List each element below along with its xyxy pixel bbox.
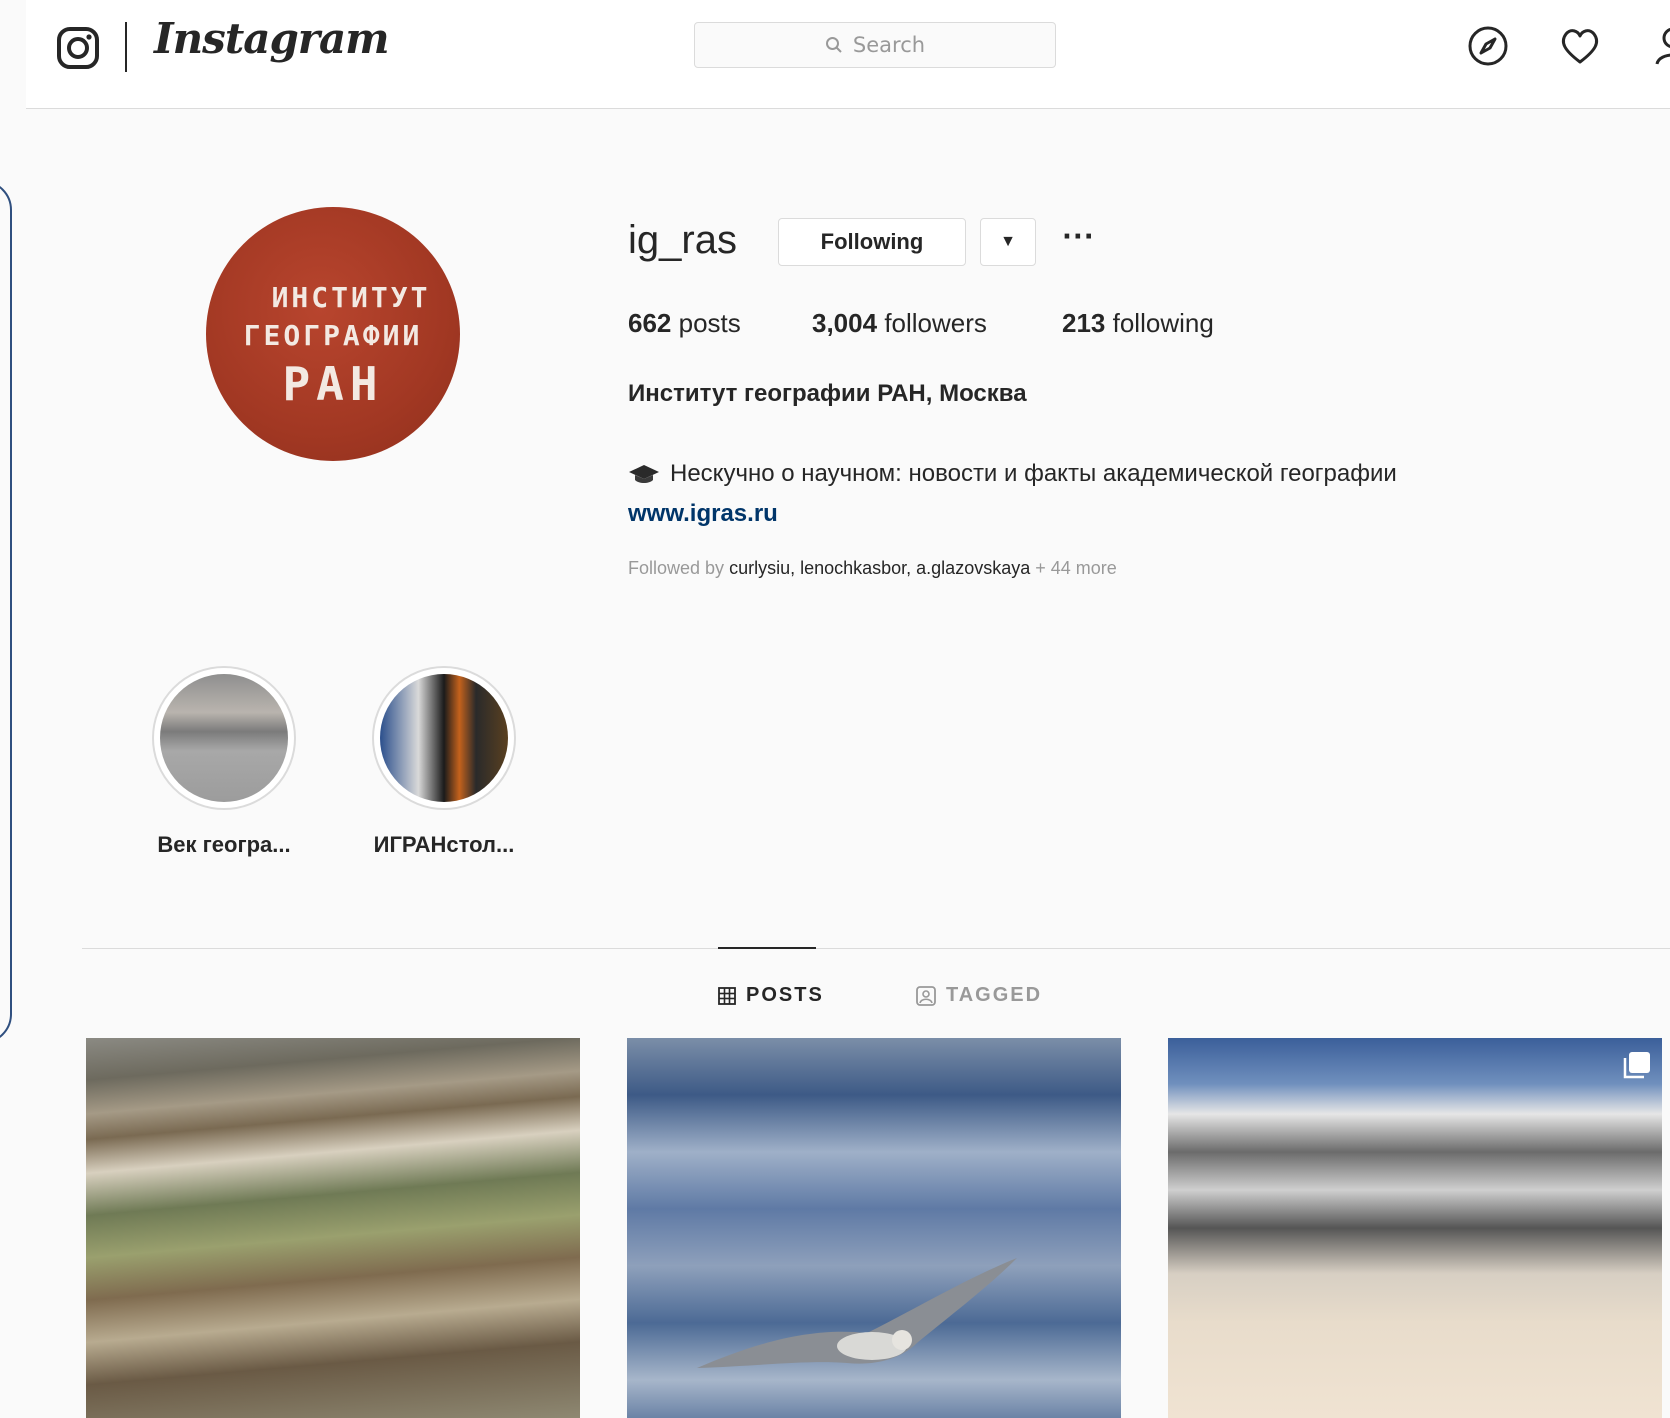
followed-by-prefix: Followed by — [628, 558, 725, 578]
profile-avatar[interactable]: ИНСТИТУТ ГЕОГРАФИИ РАН — [206, 207, 460, 461]
highlight-cover-image — [160, 674, 288, 802]
bird-illustration — [697, 1258, 1017, 1368]
highlight-cover-image — [380, 674, 508, 802]
graduation-cap-icon — [629, 465, 659, 483]
website-link[interactable]: www.igras.ru — [628, 500, 778, 528]
more-options-button[interactable]: ··· — [1062, 222, 1095, 252]
highlight-ring — [372, 666, 516, 810]
profile-icon[interactable] — [1650, 24, 1670, 68]
highlight-ring — [152, 666, 296, 810]
suggestions-dropdown-button[interactable]: ▼ — [980, 218, 1036, 266]
posts-count: 662 posts — [628, 308, 741, 339]
avatar-text-line-2: ГЕОГРАФИИ — [243, 319, 423, 352]
heart-icon[interactable] — [1558, 24, 1602, 68]
bio-text: Нескучно о научном: новости и факты акад… — [670, 460, 1397, 487]
tab-posts-label: POSTS — [746, 984, 824, 1006]
instagram-glyph-icon[interactable] — [56, 26, 100, 70]
tab-tagged-label: TAGGED — [946, 984, 1043, 1006]
highlight-label: Век геогра... — [157, 832, 291, 857]
post-thumbnail[interactable] — [627, 1038, 1121, 1418]
following-button[interactable]: Following — [778, 218, 966, 266]
tab-tagged[interactable]: TAGGED — [916, 984, 1042, 1007]
search-input[interactable]: Search — [694, 22, 1056, 68]
followers-count-number: 3,004 — [812, 308, 878, 338]
top-navigation-bar: Instagram Search — [26, 0, 1670, 109]
explore-compass-icon[interactable] — [1466, 24, 1510, 68]
profile-username: ig_ras — [628, 218, 737, 262]
posts-count-number: 662 — [628, 308, 672, 338]
logo-divider — [125, 22, 127, 72]
following-count[interactable]: 213 following — [1062, 308, 1214, 339]
search-icon — [825, 37, 842, 53]
followed-by-names: curlysiu, lenochkasbor, a.glazovskaya — [729, 558, 1031, 578]
profile-bio: Нескучно о научном: новости и факты акад… — [628, 460, 1397, 488]
profile-full-name: Институт географии РАН, Москва — [628, 380, 1027, 407]
followed-by-line[interactable]: Followed by curlysiu, lenochkasbor, a.gl… — [628, 558, 1117, 579]
tagged-person-icon — [916, 985, 936, 1006]
tabs-divider — [82, 948, 1670, 949]
followers-count[interactable]: 3,004 followers — [812, 308, 987, 339]
story-highlight[interactable]: ИГРАНстол... — [372, 666, 520, 858]
following-count-label: following — [1112, 308, 1214, 338]
grid-icon — [718, 986, 736, 1005]
followed-by-more: + 44 more — [1035, 558, 1117, 578]
post-thumbnail[interactable] — [86, 1038, 580, 1418]
search-placeholder: Search — [852, 33, 926, 57]
left-frame-decoration — [0, 180, 12, 1044]
instagram-wordmark[interactable]: Instagram — [154, 14, 390, 63]
carousel-multiple-icon — [1623, 1052, 1650, 1079]
following-count-number: 213 — [1062, 308, 1106, 338]
avatar-text-line-3: РАН — [282, 357, 384, 411]
post-thumbnail[interactable] — [1168, 1038, 1662, 1418]
story-highlight[interactable]: Век геогра... — [152, 666, 300, 858]
posts-count-label: posts — [678, 308, 741, 338]
highlight-label: ИГРАНстол... — [373, 832, 515, 857]
avatar-text-line-1: ИНСТИТУТ — [271, 281, 431, 314]
active-tab-indicator — [718, 947, 816, 949]
followers-count-label: followers — [884, 308, 987, 338]
tab-posts[interactable]: POSTS — [718, 984, 824, 1007]
